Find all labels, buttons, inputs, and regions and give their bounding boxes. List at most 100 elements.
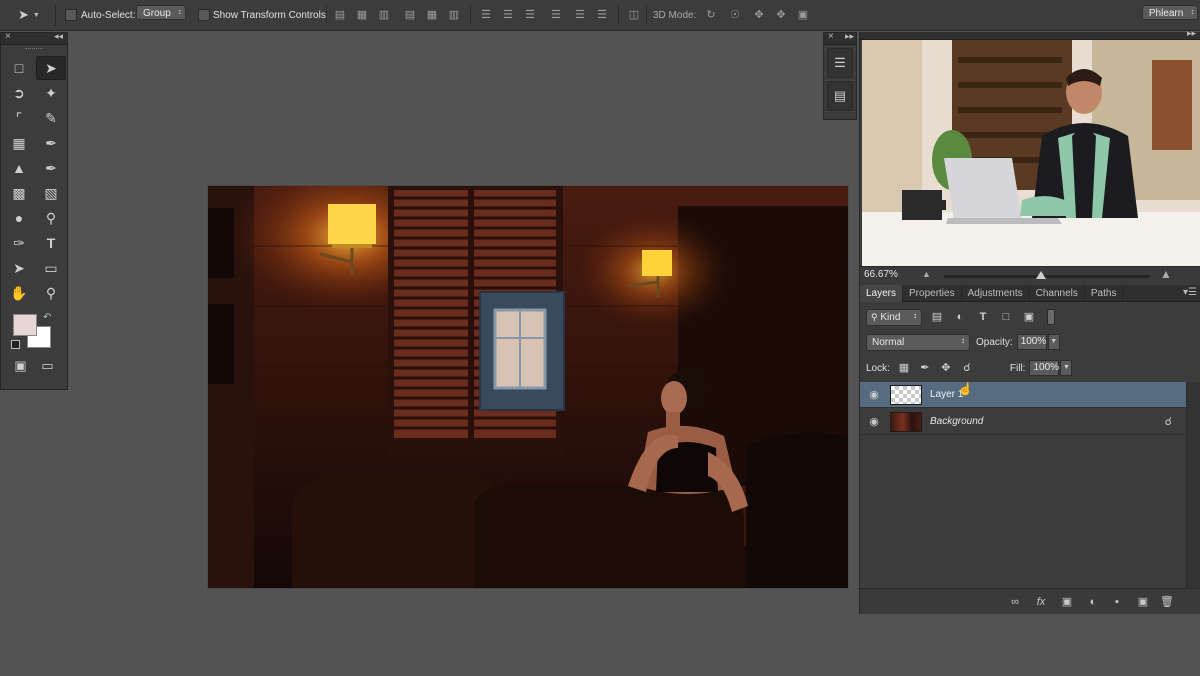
align-vcenter-icon[interactable]: ▦ xyxy=(354,7,370,23)
swap-colors-icon[interactable]: ↶ xyxy=(43,312,51,323)
collapse-icon[interactable]: ◂◂ xyxy=(54,31,63,42)
3d-orbit-icon[interactable]: ↻ xyxy=(703,7,719,23)
marquee-tool-icon[interactable]: □ xyxy=(4,56,34,80)
new-group-icon[interactable]: ▪ xyxy=(1110,595,1124,609)
distribute-bottom-icon[interactable]: ☰ xyxy=(522,7,538,23)
layer-name[interactable]: Background xyxy=(930,416,983,427)
filter-shape-icon[interactable]: □ xyxy=(998,309,1014,325)
filter-type-icon[interactable]: T xyxy=(975,309,991,325)
filter-pixel-icon[interactable]: ▤ xyxy=(929,309,945,325)
3d-slide-icon[interactable]: ✥ xyxy=(773,7,789,23)
gradient-tool-icon[interactable]: ▧ xyxy=(36,181,66,205)
eyedropper-tool-icon[interactable]: ✎ xyxy=(36,106,66,130)
lock-position-icon[interactable]: ✥ xyxy=(939,361,953,375)
move-tool-icon[interactable]: ➤ xyxy=(36,56,66,80)
lock-all-icon[interactable]: ☌ xyxy=(960,361,974,375)
zoom-in-icon[interactable]: ▲ xyxy=(1160,267,1172,281)
distribute-left-icon[interactable]: ☰ xyxy=(548,7,564,23)
show-transform-checkbox[interactable] xyxy=(198,9,210,21)
new-adjustment-layer-icon[interactable]: ◐ xyxy=(1086,595,1100,609)
dodge-tool-icon[interactable]: ⚲ xyxy=(36,206,66,230)
tool-preset-picker[interactable]: ➤ ▼ xyxy=(10,4,56,26)
properties-panel-icon[interactable]: ▤ xyxy=(827,81,853,111)
add-mask-icon[interactable]: ▣ xyxy=(1060,595,1074,609)
close-icon[interactable]: × xyxy=(5,31,11,42)
clone-stamp-tool-icon[interactable]: ▲ xyxy=(4,156,34,180)
hand-tool-icon[interactable]: ✋ xyxy=(4,281,34,305)
distribute-top-icon[interactable]: ☰ xyxy=(478,7,494,23)
new-layer-icon[interactable]: ▣ xyxy=(1136,595,1150,609)
link-layers-icon[interactable]: ∞ xyxy=(1008,595,1022,609)
auto-align-icon[interactable]: ◫ xyxy=(626,7,642,23)
filter-kind-dropdown[interactable]: ⚲ Kind ↕ xyxy=(866,308,922,326)
collapse-icon[interactable]: ▸▸ xyxy=(1187,28,1196,39)
align-hcenter-icon[interactable]: ▦ xyxy=(424,7,440,23)
separator xyxy=(470,5,471,25)
eye-icon[interactable]: ◉ xyxy=(860,388,888,401)
blur-tool-icon[interactable]: ● xyxy=(4,206,34,230)
mouse-cursor-icon: ☝ xyxy=(958,382,973,396)
filter-adjustment-icon[interactable]: ◐ xyxy=(952,309,968,325)
zoom-out-icon[interactable]: ▲ xyxy=(922,269,931,279)
screen-mode-icon[interactable]: ▭ xyxy=(35,356,61,376)
fill-slider-icon[interactable]: ▼ xyxy=(1060,360,1073,376)
panel-menu-icon[interactable]: ▾☰ xyxy=(1183,287,1197,298)
tab-properties[interactable]: Properties xyxy=(903,285,962,302)
tab-paths[interactable]: Paths xyxy=(1085,285,1124,302)
filter-smart-object-icon[interactable]: ▣ xyxy=(1021,309,1037,325)
spot-healing-tool-icon[interactable]: ▦ xyxy=(4,131,34,155)
fill-input[interactable]: 100% xyxy=(1029,360,1060,376)
eye-icon[interactable]: ◉ xyxy=(860,415,888,428)
type-tool-icon[interactable]: T xyxy=(36,231,66,255)
blend-mode-dropdown[interactable]: Normal xyxy=(866,333,970,351)
crop-tool-icon[interactable]: ⌜ xyxy=(4,106,34,130)
tab-adjustments[interactable]: Adjustments xyxy=(962,285,1030,302)
layer-row[interactable]: ◉ Layer 1 xyxy=(860,382,1186,408)
zoom-tool-icon[interactable]: ⚲ xyxy=(36,281,66,305)
align-top-icon[interactable]: ▤ xyxy=(332,7,348,23)
3d-pan-icon[interactable]: ✥ xyxy=(751,7,767,23)
zoom-slider-thumb[interactable] xyxy=(1036,271,1046,279)
lasso-tool-icon[interactable]: ➲ xyxy=(4,81,34,105)
layer-row[interactable]: ◉ Background ☌ xyxy=(860,409,1186,435)
workspace-dropdown[interactable]: Phlearn xyxy=(1141,5,1199,20)
magic-wand-tool-icon[interactable]: ✦ xyxy=(36,81,66,105)
expand-icon[interactable]: ▸▸ xyxy=(845,31,854,42)
tab-layers[interactable]: Layers xyxy=(860,285,904,302)
foreground-color-swatch[interactable] xyxy=(13,314,37,336)
default-colors-icon[interactable] xyxy=(11,340,20,349)
tab-channels[interactable]: Channels xyxy=(1030,285,1085,302)
distribute-right-icon[interactable]: ☰ xyxy=(594,7,610,23)
panel-grip[interactable] xyxy=(1,45,67,53)
3d-scale-icon[interactable]: ▣ xyxy=(795,7,811,23)
align-bottom-icon[interactable]: ▥ xyxy=(376,7,392,23)
distribute-hcenter-icon[interactable]: ☰ xyxy=(572,7,588,23)
path-selection-tool-icon[interactable]: ➤ xyxy=(4,256,34,280)
adjustments-panel-icon[interactable]: ☰ xyxy=(827,48,853,78)
distribute-vcenter-icon[interactable]: ☰ xyxy=(500,7,516,23)
quick-mask-icon[interactable]: ▣ xyxy=(8,356,34,376)
3d-roll-icon[interactable]: ☉ xyxy=(727,7,743,23)
delete-layer-icon[interactable]: 🗑 xyxy=(1160,595,1174,609)
auto-select-dropdown[interactable]: Group xyxy=(136,5,186,20)
document-canvas[interactable] xyxy=(208,186,848,588)
align-right-icon[interactable]: ▥ xyxy=(446,7,462,23)
eraser-tool-icon[interactable]: ▩ xyxy=(4,181,34,205)
opacity-input[interactable]: 100% xyxy=(1016,334,1047,350)
lock-image-icon[interactable]: ✒ xyxy=(918,361,932,375)
zoom-slider[interactable] xyxy=(944,275,1150,278)
pen-tool-icon[interactable]: ✑ xyxy=(4,231,34,255)
layer-list-scrollbar[interactable] xyxy=(1186,382,1200,588)
layer-style-icon[interactable]: fx xyxy=(1034,595,1048,609)
rectangle-tool-icon[interactable]: ▭ xyxy=(36,256,66,280)
history-brush-tool-icon[interactable]: ✒ xyxy=(36,156,66,180)
navigator-preview[interactable] xyxy=(862,40,1200,266)
lock-transparent-icon[interactable]: ▦ xyxy=(897,361,911,375)
brush-tool-icon[interactable]: ✒ xyxy=(36,131,66,155)
filter-toggle[interactable] xyxy=(1047,309,1055,325)
zoom-level[interactable]: 66.67% xyxy=(864,269,898,280)
opacity-slider-icon[interactable]: ▼ xyxy=(1047,334,1060,350)
auto-select-checkbox[interactable] xyxy=(65,9,77,21)
align-left-icon[interactable]: ▤ xyxy=(402,7,418,23)
close-icon[interactable]: × xyxy=(828,31,834,42)
